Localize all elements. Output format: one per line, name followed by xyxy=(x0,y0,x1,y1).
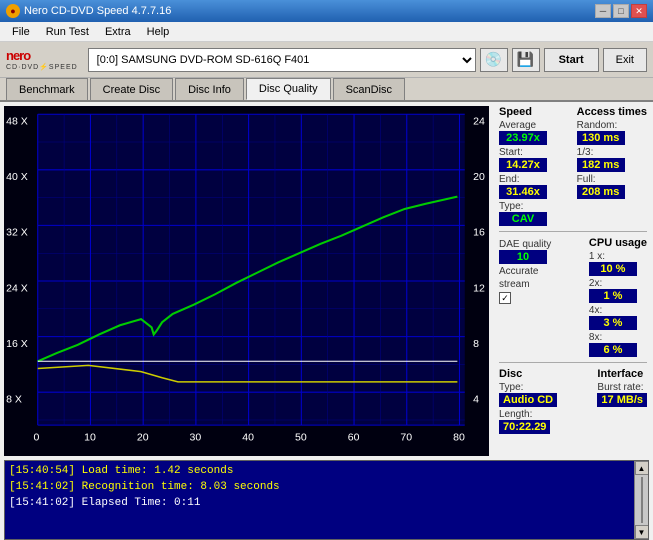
app-icon: ● xyxy=(6,4,20,18)
svg-text:16 X: 16 X xyxy=(6,339,28,350)
main-area: 48 X 40 X 32 X 24 X 16 X 8 X 24 20 16 12… xyxy=(0,102,653,460)
random-value: 130 ms xyxy=(577,131,625,145)
maximize-button[interactable]: □ xyxy=(613,4,629,18)
disc-title: Disc xyxy=(499,368,522,380)
svg-text:20: 20 xyxy=(137,433,149,444)
svg-text:12: 12 xyxy=(473,283,485,294)
svg-text:40 X: 40 X xyxy=(6,172,28,183)
title-bar: ● Nero CD-DVD Speed 4.7.7.16 ─ □ ✕ xyxy=(0,0,653,22)
speed-section: Speed Average 23.97x Start: 14.27x End: … xyxy=(499,106,647,226)
svg-text:20: 20 xyxy=(473,172,485,183)
svg-text:50: 50 xyxy=(295,433,307,444)
speed-start-label: Start: xyxy=(499,147,523,158)
chart-area: 48 X 40 X 32 X 24 X 16 X 8 X 24 20 16 12… xyxy=(4,106,489,456)
nero-logo-top: nero xyxy=(6,48,78,63)
cpu4x-label: 4x: xyxy=(589,305,602,316)
scroll-thumb[interactable] xyxy=(641,477,643,523)
svg-text:40: 40 xyxy=(242,433,254,444)
full-value: 208 ms xyxy=(577,185,625,199)
scroll-up-button[interactable]: ▲ xyxy=(635,461,649,475)
full-label: Full: xyxy=(577,174,596,185)
svg-text:10: 10 xyxy=(84,433,96,444)
log-line-1: [15:41:02] Recognition time: 8.03 second… xyxy=(9,479,644,495)
speed-average-value: 23.97x xyxy=(499,131,547,145)
exit-button[interactable]: Exit xyxy=(603,48,647,72)
nero-logo-bottom: CD·DVD⚡SPEED xyxy=(6,63,78,71)
app-title: Nero CD-DVD Speed 4.7.7.16 xyxy=(24,5,171,17)
speed-average-label: Average xyxy=(499,120,536,131)
menu-file[interactable]: File xyxy=(4,24,38,40)
stream-label: stream xyxy=(499,279,530,290)
svg-text:8: 8 xyxy=(473,339,479,350)
svg-text:30: 30 xyxy=(190,433,202,444)
random-label: Random: xyxy=(577,120,618,131)
menu-help[interactable]: Help xyxy=(139,24,178,40)
save-icon-button[interactable]: 💾 xyxy=(512,48,540,72)
chart-svg: 48 X 40 X 32 X 24 X 16 X 8 X 24 20 16 12… xyxy=(4,106,489,456)
svg-text:24: 24 xyxy=(473,117,485,128)
speed-end-value: 31.46x xyxy=(499,185,547,199)
cpu-title: CPU usage xyxy=(589,237,647,249)
accurate-stream-checkbox[interactable]: ✓ xyxy=(499,292,511,304)
speed-start-value: 14.27x xyxy=(499,158,547,172)
tab-create-disc[interactable]: Create Disc xyxy=(90,78,173,100)
svg-text:60: 60 xyxy=(348,433,360,444)
disc-length-value: 70:22.29 xyxy=(499,420,550,434)
svg-text:16: 16 xyxy=(473,228,485,239)
svg-text:4: 4 xyxy=(473,395,479,406)
svg-text:80: 80 xyxy=(453,433,465,444)
disc-type-label: Type: xyxy=(499,382,523,393)
drive-select[interactable]: [0:0] SAMSUNG DVD-ROM SD-616Q F401 xyxy=(88,48,476,72)
scroll-down-button[interactable]: ▼ xyxy=(635,525,649,539)
log-line-2: [15:41:02] Elapsed Time: 0:11 xyxy=(9,495,644,511)
nero-logo: nero CD·DVD⚡SPEED xyxy=(6,48,78,71)
burst-label: Burst rate: xyxy=(597,382,643,393)
dae-label: DAE quality xyxy=(499,239,551,250)
tab-scan-disc[interactable]: ScanDisc xyxy=(333,78,405,100)
cpu8x-label: 8x: xyxy=(589,332,602,343)
one-third-label: 1/3: xyxy=(577,147,594,158)
tab-benchmark[interactable]: Benchmark xyxy=(6,78,88,100)
log-area: [15:40:54] Load time: 1.42 seconds [15:4… xyxy=(4,460,649,540)
right-panel: Speed Average 23.97x Start: 14.27x End: … xyxy=(493,102,653,460)
accurate-label: Accurate xyxy=(499,266,538,277)
log-line-0: [15:40:54] Load time: 1.42 seconds xyxy=(9,463,644,479)
svg-text:24 X: 24 X xyxy=(6,283,28,294)
menu-run-test[interactable]: Run Test xyxy=(38,24,97,40)
disc-length-label: Length: xyxy=(499,409,532,420)
minimize-button[interactable]: ─ xyxy=(595,4,611,18)
svg-text:32 X: 32 X xyxy=(6,228,28,239)
burst-value: 17 MB/s xyxy=(597,393,647,407)
toolbar: nero CD·DVD⚡SPEED [0:0] SAMSUNG DVD-ROM … xyxy=(0,42,653,78)
svg-text:0: 0 xyxy=(34,433,40,444)
log-scrollbar: ▲ ▼ xyxy=(634,461,648,539)
menu-bar: File Run Test Extra Help xyxy=(0,22,653,42)
cpu1x-value: 10 % xyxy=(589,262,637,276)
speed-type-label: Type: xyxy=(499,201,523,212)
cpu1x-label: 1 x: xyxy=(589,251,605,262)
cpu4x-value: 3 % xyxy=(589,316,637,330)
cpu2x-value: 1 % xyxy=(589,289,637,303)
speed-end-label: End: xyxy=(499,174,520,185)
log-content: [15:40:54] Load time: 1.42 seconds [15:4… xyxy=(5,461,648,513)
one-third-value: 182 ms xyxy=(577,158,625,172)
menu-extra[interactable]: Extra xyxy=(97,24,139,40)
speed-type-value: CAV xyxy=(499,212,547,226)
tab-disc-info[interactable]: Disc Info xyxy=(175,78,244,100)
cpu2x-label: 2x: xyxy=(589,278,602,289)
cpu8x-value: 6 % xyxy=(589,343,637,357)
close-button[interactable]: ✕ xyxy=(631,4,647,18)
svg-text:70: 70 xyxy=(400,433,412,444)
speed-title: Speed xyxy=(499,106,532,118)
disc-type-value: Audio CD xyxy=(499,393,557,407)
start-button[interactable]: Start xyxy=(544,48,599,72)
dae-value: 10 xyxy=(499,250,547,264)
svg-text:8 X: 8 X xyxy=(6,395,22,406)
disc-icon-button[interactable]: 💿 xyxy=(480,48,508,72)
tabs-bar: Benchmark Create Disc Disc Info Disc Qua… xyxy=(0,78,653,102)
access-times-title: Access times xyxy=(577,106,647,118)
tab-disc-quality[interactable]: Disc Quality xyxy=(246,78,331,100)
svg-text:48 X: 48 X xyxy=(6,117,28,128)
interface-title: Interface xyxy=(597,368,643,380)
